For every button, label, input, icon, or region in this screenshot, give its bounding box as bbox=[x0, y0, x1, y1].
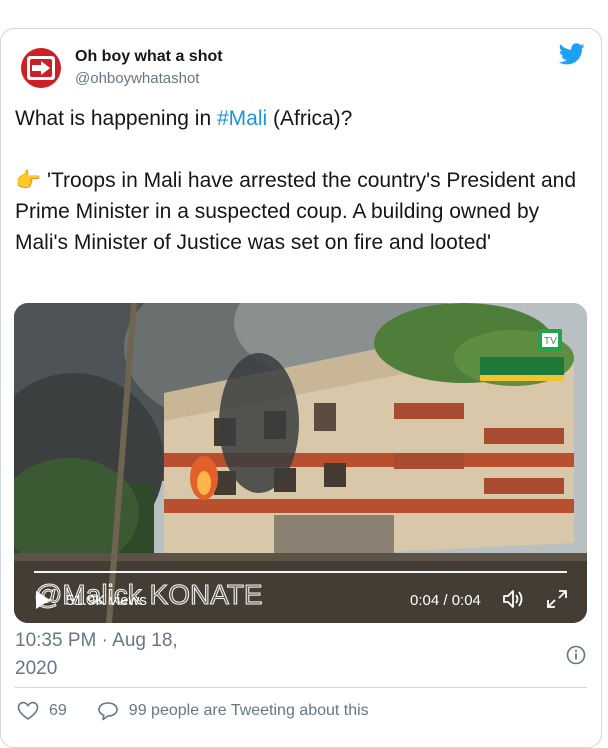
tweet-card: Oh boy what a shot @ohboywhatashot What … bbox=[0, 28, 602, 748]
volume-icon[interactable] bbox=[501, 588, 525, 610]
video-progress-bar[interactable] bbox=[34, 571, 567, 573]
conversation-button[interactable]: 99 people are Tweeting about this bbox=[97, 701, 369, 721]
twitter-bird-icon[interactable] bbox=[559, 43, 585, 65]
play-icon[interactable] bbox=[34, 589, 52, 611]
avatar[interactable] bbox=[21, 48, 61, 88]
tweet-text: What is happening in #Mali (Africa)? 👉 '… bbox=[15, 103, 590, 258]
author-name[interactable]: Oh boy what a shot bbox=[75, 48, 223, 66]
video-time: 0:04 / 0:04 bbox=[410, 592, 481, 609]
tweet-timestamp[interactable]: 10:35 PM · Aug 18, 2020 bbox=[15, 627, 215, 683]
info-icon[interactable] bbox=[566, 645, 586, 665]
heart-icon bbox=[17, 701, 39, 720]
tweeting-about-text: 99 people are Tweeting about this bbox=[128, 702, 369, 719]
fullscreen-icon[interactable] bbox=[545, 588, 569, 610]
svg-text:TV: TV bbox=[544, 336, 557, 347]
like-count: 69 bbox=[49, 702, 67, 719]
video-player[interactable]: TV @Malick KONATE 51.9K views 0:04 / 0:0… bbox=[14, 303, 587, 623]
pointing-hand-icon: 👉 bbox=[15, 169, 42, 192]
tv-channel-logo-icon: TV bbox=[480, 329, 564, 381]
arrow-right-icon bbox=[27, 56, 55, 80]
like-button[interactable]: 69 bbox=[17, 701, 67, 721]
tweet-line1-suffix: (Africa)? bbox=[267, 107, 353, 130]
tweet-line1-prefix: What is happening in bbox=[15, 107, 217, 130]
tweet-quote-text: 'Troops in Mali have arrested the countr… bbox=[15, 169, 576, 254]
tweet-question: What is happening in #Mali (Africa)? bbox=[15, 103, 590, 134]
author-handle[interactable]: @ohboywhatashot bbox=[75, 70, 199, 87]
hashtag-link[interactable]: #Mali bbox=[217, 107, 267, 130]
view-count: 51.9K views bbox=[66, 592, 147, 609]
speech-bubble-icon bbox=[97, 702, 118, 721]
tweet-actions: 69 99 people are Tweeting about this bbox=[17, 701, 369, 721]
tweet-quote: 👉 'Troops in Mali have arrested the coun… bbox=[15, 165, 590, 258]
divider bbox=[15, 687, 587, 688]
